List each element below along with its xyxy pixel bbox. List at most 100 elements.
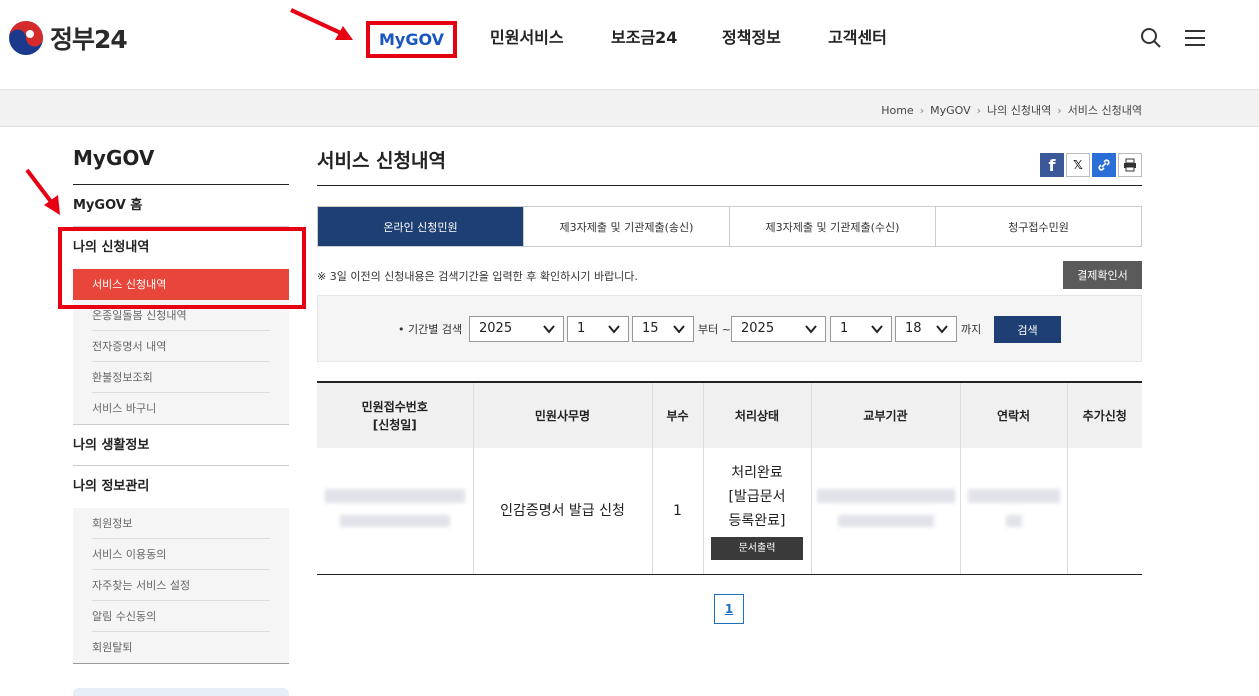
logo[interactable]: 정부24 — [8, 20, 128, 56]
sidebar-item-refund[interactable]: 환불정보조회 — [92, 362, 270, 393]
notice-text: ※ 3일 이전의 신청내용은 검색기간을 입력한 후 확인하시기 바랍니다. — [317, 270, 638, 283]
tab-online-application[interactable]: 온라인 신청민원 — [318, 207, 524, 246]
sidebar-item-service-history[interactable]: 서비스 신청내역 — [73, 269, 289, 300]
to-year-select[interactable]: 2025 — [731, 316, 826, 342]
sidebar-item-favorite-settings[interactable]: 자주찾는 서비스 설정 — [92, 570, 270, 601]
sidebar-title: MyGOV — [73, 146, 289, 185]
print-icon[interactable] — [1118, 153, 1142, 177]
table-header-row: 민원접수번호 [신청일] 민원사무명 부수 처리상태 교부기관 연락처 추가신청 — [317, 381, 1142, 448]
breadcrumb: Home › MyGOV › 나의 신청내역 › 서비스 신청내역 — [881, 102, 1142, 118]
sidebar-item-service-basket[interactable]: 서비스 바구니 — [92, 393, 270, 424]
to-year-value: 2025 — [741, 321, 775, 336]
breadcrumb-home[interactable]: Home — [881, 104, 913, 117]
application-table: 민원접수번호 [신청일] 민원사무명 부수 처리상태 교부기관 연락처 추가신청… — [317, 381, 1142, 575]
to-month-select[interactable]: 1 — [830, 316, 892, 342]
nav-subsidy24[interactable]: 보조금24 — [611, 26, 677, 50]
redacted-text — [1005, 514, 1022, 527]
annotation-arrow-icon — [290, 8, 353, 40]
nav-mygov-label: MyGOV — [378, 29, 445, 49]
chevron-down-icon — [871, 325, 883, 334]
nav-civil-service[interactable]: 민원서비스 — [490, 26, 564, 50]
x-twitter-icon[interactable]: 𝕏 — [1066, 153, 1090, 177]
from-day-value: 15 — [642, 321, 659, 336]
from-day-select[interactable]: 15 — [632, 316, 694, 342]
sidebar-item-info-management[interactable]: 나의 정보관리 — [73, 466, 289, 508]
top-header: 정부24 MyGOV 민원서비스 보조금24 정책정보 고객센터 — [0, 0, 1259, 90]
chevron-down-icon — [805, 325, 817, 334]
col-header-issuing-agency: 교부기관 — [811, 381, 961, 448]
tab-third-party-send[interactable]: 제3자제출 및 기관제출(송신) — [524, 207, 730, 246]
chevron-right-icon: › — [1057, 103, 1062, 117]
nav-customer-center[interactable]: 고객센터 — [828, 26, 887, 50]
from-text: 부터 ~ — [698, 323, 731, 336]
table-row: 인감증명서 발급 신청 1 처리완료 [발급문서 등록완료] 문서출력 — [317, 448, 1142, 575]
search-button[interactable]: 검색 — [994, 316, 1061, 343]
menu-icon[interactable] — [1183, 26, 1207, 54]
redacted-text — [837, 514, 934, 527]
chevron-down-icon — [673, 325, 685, 334]
to-day-select[interactable]: 18 — [895, 316, 957, 342]
breadcrumb-current: 서비스 신청내역 — [1067, 104, 1142, 117]
annotation-arrow-icon — [25, 168, 60, 215]
page-title-text: 서비스 신청내역 — [317, 150, 446, 172]
cell-status: 처리완료 [발급문서 등록완료] 문서출력 — [703, 448, 812, 575]
cell-count: 1 — [652, 448, 704, 575]
sidebar-item-application-history[interactable]: 나의 신청내역 — [73, 227, 289, 269]
nav-policy-info[interactable]: 정책정보 — [722, 26, 781, 50]
breadcrumb-history[interactable]: 나의 신청내역 — [987, 102, 1051, 118]
search-icon[interactable] — [1139, 26, 1163, 54]
sidebar-item-service-consent[interactable]: 서비스 이용동의 — [92, 539, 270, 570]
cell-contact — [960, 448, 1068, 575]
period-search-box: • 기간별 검색 2025 1 15 부터 ~ 2025 1 18 까지 검색 — [317, 295, 1142, 362]
facebook-icon[interactable]: f — [1040, 153, 1064, 177]
from-month-select[interactable]: 1 — [567, 316, 629, 342]
from-year-select[interactable]: 2025 — [469, 316, 564, 342]
redacted-text — [324, 488, 465, 503]
to-day-value: 18 — [905, 321, 922, 336]
sidebar-item-mygov-home[interactable]: MyGOV 홈 — [73, 185, 289, 227]
sidebar-item-allday-care[interactable]: 온종일돌봄 신청내역 — [92, 300, 270, 331]
sidebar-item-e-certificate[interactable]: 전자증명서 내역 — [92, 331, 270, 362]
col-header-count: 부수 — [652, 381, 704, 448]
redacted-text — [816, 488, 955, 503]
col-header-receipt-number-text: 민원접수번호 [신청일] — [361, 399, 428, 432]
sidebar-submenu-info: 회원정보 서비스 이용동의 자주찾는 서비스 설정 알림 수신동의 회원탈퇴 — [73, 508, 289, 664]
period-search-label: • 기간별 검색 — [398, 323, 463, 336]
cell-service-name[interactable]: 인감증명서 발급 신청 — [473, 448, 653, 575]
tab-claim-received[interactable]: 청구접수민원 — [936, 207, 1141, 246]
sidebar-item-notification-consent[interactable]: 알림 수신동의 — [92, 601, 270, 632]
to-month-value: 1 — [840, 321, 849, 336]
col-header-additional: 추가신청 — [1067, 381, 1142, 448]
pagination-page-1[interactable]: 1 — [714, 594, 744, 624]
logo-text: 정부24 — [50, 25, 128, 54]
breadcrumb-mygov[interactable]: MyGOV — [930, 104, 971, 117]
nav-mygov[interactable]: MyGOV — [366, 21, 457, 58]
cell-additional — [1067, 448, 1142, 575]
sidebar-banner — [73, 688, 289, 696]
breadcrumb-bar: Home › MyGOV › 나의 신청내역 › 서비스 신청내역 — [0, 90, 1259, 127]
col-header-service-name: 민원사무명 — [473, 381, 653, 448]
sidebar-item-member-info[interactable]: 회원정보 — [92, 508, 270, 539]
sidebar-item-life-info[interactable]: 나의 생활정보 — [73, 424, 289, 466]
chevron-down-icon — [936, 325, 948, 334]
taegeuk-logo-icon — [8, 20, 44, 56]
main-content: 서비스 신청내역 f 𝕏 온라인 신청민원 제3자제출 및 기관제출(송신) 제… — [317, 146, 1142, 624]
link-icon[interactable] — [1092, 153, 1116, 177]
payment-confirmation-button[interactable]: 결제확인서 — [1063, 261, 1142, 289]
sidebar-submenu-history: 서비스 신청내역 온종일돌봄 신청내역 전자증명서 내역 환불정보조회 서비스 … — [73, 269, 289, 424]
tab-list: 온라인 신청민원 제3자제출 및 기관제출(송신) 제3자제출 및 기관제출(수… — [317, 206, 1142, 247]
redacted-text — [339, 514, 450, 527]
print-document-button[interactable]: 문서출력 — [711, 537, 803, 561]
page-title: 서비스 신청내역 — [317, 146, 1142, 186]
from-year-value: 2025 — [479, 321, 513, 336]
cell-receipt-number — [317, 448, 474, 575]
share-toolbar: f 𝕏 — [1040, 153, 1142, 177]
chevron-right-icon: › — [976, 103, 982, 117]
tab-third-party-receive[interactable]: 제3자제출 및 기관제출(수신) — [730, 207, 936, 246]
status-text: 처리완료 [발급문서 등록완료] — [728, 465, 786, 530]
chevron-right-icon: › — [919, 103, 925, 117]
col-header-contact: 연락처 — [960, 381, 1068, 448]
sidebar: MyGOV MyGOV 홈 나의 신청내역 서비스 신청내역 온종일돌봄 신청내… — [73, 146, 289, 664]
sidebar-item-withdraw[interactable]: 회원탈퇴 — [92, 632, 270, 663]
col-header-status: 처리상태 — [703, 381, 812, 448]
